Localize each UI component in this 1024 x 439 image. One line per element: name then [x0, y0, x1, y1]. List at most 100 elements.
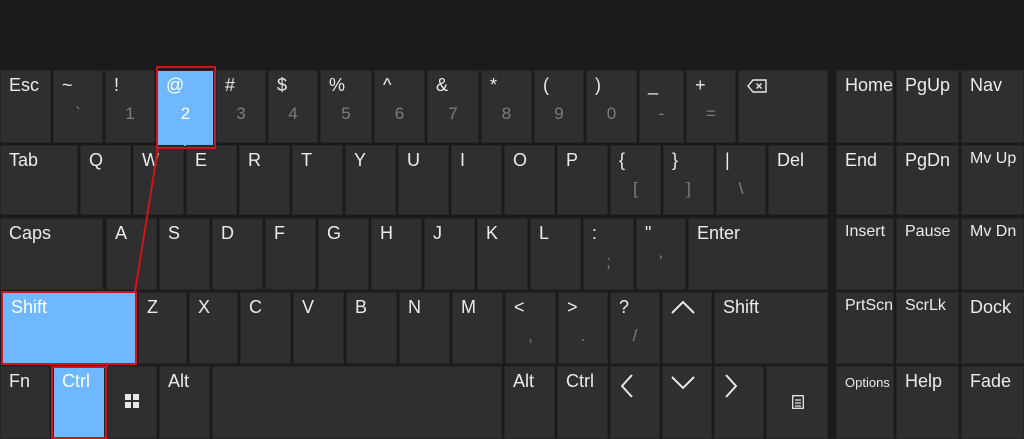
key-mv-up[interactable]: Mv Up — [961, 145, 1024, 215]
key-c[interactable]: C — [240, 292, 291, 364]
key-sublabel: 0 — [606, 104, 617, 123]
key-home[interactable]: Home — [836, 70, 894, 143]
key-v[interactable]: V — [293, 292, 344, 364]
key-3[interactable]: # 3 — [216, 70, 266, 143]
key-nav[interactable]: Nav — [961, 70, 1024, 143]
key-mv-dn[interactable]: Mv Dn — [961, 218, 1024, 290]
key-s[interactable]: S — [159, 218, 210, 290]
key-b[interactable]: B — [346, 292, 397, 364]
key-slash[interactable]: ? / — [610, 292, 660, 364]
key-period[interactable]: > . — [558, 292, 608, 364]
key-e[interactable]: E — [186, 145, 237, 215]
key-7[interactable]: & 7 — [427, 70, 479, 143]
key-scrlk[interactable]: ScrLk — [896, 292, 959, 364]
key-label: Del — [777, 150, 805, 170]
key-label: Ctrl — [62, 371, 90, 391]
key-n[interactable]: N — [399, 292, 450, 364]
key-delete[interactable]: Del — [768, 145, 828, 215]
chevron-down-icon — [671, 376, 695, 390]
key-u[interactable]: U — [398, 145, 449, 215]
key-end[interactable]: End — [836, 145, 894, 215]
key-right-bracket[interactable]: } ] — [663, 145, 714, 215]
key-semicolon[interactable]: : ; — [583, 218, 634, 290]
key-alt-left[interactable]: Alt — [159, 366, 210, 439]
key-help[interactable]: Help — [896, 366, 959, 439]
key-j[interactable]: J — [424, 218, 475, 290]
key-label: V — [302, 297, 315, 317]
key-label: M — [461, 297, 476, 317]
key-t[interactable]: T — [292, 145, 343, 215]
key-label: Q — [89, 150, 104, 170]
key-arrow-down[interactable] — [662, 366, 712, 439]
key-arrow-left[interactable] — [610, 366, 660, 439]
key-l[interactable]: L — [530, 218, 581, 290]
key-shift-left[interactable]: Shift — [2, 292, 136, 364]
key-caps[interactable]: Caps — [0, 218, 103, 290]
key-r[interactable]: R — [239, 145, 290, 215]
key-a[interactable]: A — [106, 218, 157, 290]
key-tab[interactable]: Tab — [0, 145, 78, 215]
key-windows[interactable] — [107, 366, 157, 439]
key-fade[interactable]: Fade — [961, 366, 1024, 439]
key-comma[interactable]: < , — [505, 292, 556, 364]
key-sublabel: \ — [738, 179, 744, 198]
key-options[interactable]: Options — [836, 366, 894, 439]
key-enter[interactable]: Enter — [688, 218, 828, 290]
key-alt-right[interactable]: Alt — [504, 366, 555, 439]
key-esc[interactable]: Esc — [0, 70, 51, 143]
key-d[interactable]: D — [212, 218, 263, 290]
key-sublabel: ' — [659, 252, 663, 271]
key-y[interactable]: Y — [345, 145, 396, 215]
key-prtscn[interactable]: PrtScn — [836, 292, 894, 364]
key-backspace[interactable] — [738, 70, 828, 143]
key-arrow-right[interactable] — [714, 366, 764, 439]
key-sublabel: / — [632, 326, 638, 345]
key-equals[interactable]: + = — [686, 70, 736, 143]
key-1[interactable]: ! 1 — [105, 70, 155, 143]
key-6[interactable]: ^ 6 — [374, 70, 425, 143]
key-p[interactable]: P — [557, 145, 608, 215]
key-label: { — [619, 150, 626, 170]
key-8[interactable]: * 8 — [481, 70, 532, 143]
key-label: : — [592, 223, 598, 243]
key-space[interactable] — [212, 366, 502, 439]
key-f[interactable]: F — [265, 218, 316, 290]
key-quote[interactable]: " ' — [636, 218, 686, 290]
key-left-bracket[interactable]: { [ — [610, 145, 661, 215]
key-dock[interactable]: Dock — [961, 292, 1024, 364]
key-label: N — [408, 297, 421, 317]
key-menu[interactable] — [766, 366, 828, 439]
key-arrow-up[interactable] — [662, 292, 712, 364]
key-0[interactable]: ) 0 — [586, 70, 637, 143]
key-shift-right[interactable]: Shift — [714, 292, 828, 364]
key-minus[interactable]: _ - — [639, 70, 684, 143]
key-2[interactable]: @ 2 — [157, 70, 214, 147]
on-screen-keyboard: Esc ~ ` ! 1 @ 2 # 3 $ 4 % 5 ^ 6 & 7 * 8 … — [0, 0, 1024, 439]
key-sublabel: . — [580, 326, 586, 345]
key-pgup[interactable]: PgUp — [896, 70, 959, 143]
key-4[interactable]: $ 4 — [268, 70, 318, 143]
key-o[interactable]: O — [504, 145, 555, 215]
key-k[interactable]: K — [477, 218, 528, 290]
key-9[interactable]: ( 9 — [534, 70, 584, 143]
key-ctrl-left[interactable]: Ctrl — [53, 366, 105, 439]
key-pgdn[interactable]: PgDn — [896, 145, 959, 215]
key-z[interactable]: Z — [138, 292, 187, 364]
key-backslash[interactable]: | \ — [716, 145, 766, 215]
key-5[interactable]: % 5 — [320, 70, 372, 143]
key-g[interactable]: G — [318, 218, 369, 290]
key-q[interactable]: Q — [80, 145, 131, 215]
key-label: ( — [543, 75, 549, 95]
key-label: Alt — [513, 371, 535, 391]
key-label: W — [142, 150, 159, 170]
key-tilde[interactable]: ~ ` — [53, 70, 103, 143]
key-x[interactable]: X — [189, 292, 238, 364]
key-i[interactable]: I — [451, 145, 502, 215]
key-pause[interactable]: Pause — [896, 218, 959, 290]
key-insert[interactable]: Insert — [836, 218, 894, 290]
key-m[interactable]: M — [452, 292, 503, 364]
key-fn[interactable]: Fn — [0, 366, 50, 439]
key-ctrl-right[interactable]: Ctrl — [557, 366, 608, 439]
key-w[interactable]: W — [133, 145, 184, 215]
key-h[interactable]: H — [371, 218, 422, 290]
